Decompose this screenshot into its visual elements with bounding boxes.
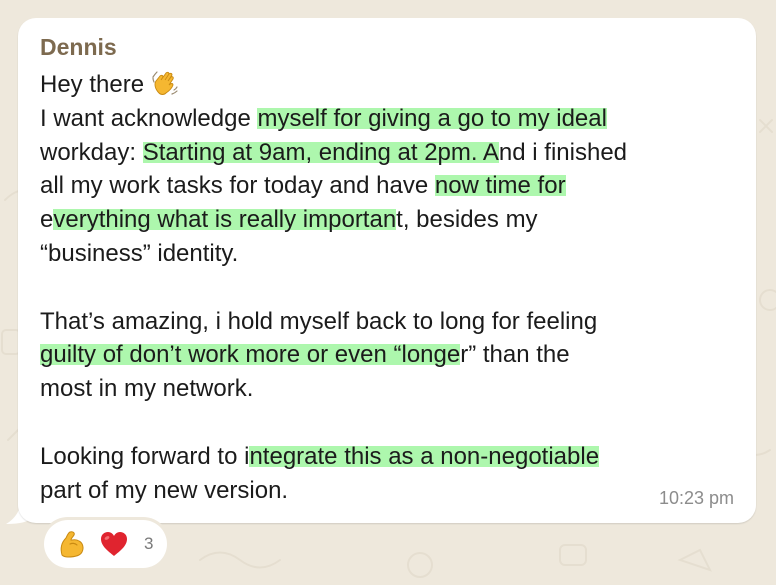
message-text-segment: Looking forward to i [40,442,250,470]
flexed-biceps-icon[interactable] [56,528,88,560]
highlighted-text: ntegrate this as a non-negotiable [249,442,600,470]
sender-name: Dennis [40,34,117,60]
message-text-segment: That’s amazing, i hold myself back to lo… [40,307,598,335]
message-text-segment: t, besides my [396,206,538,234]
message-line: Looking forward to integrate this as a n… [40,440,740,474]
message-text-segment: e [40,206,54,234]
highlighted-text: guilty of don’t work more or even “longe [40,341,461,369]
highlighted-text: Starting at 9am, ending at 2pm. A [142,138,499,166]
message-text-segment: nd i finished [498,138,628,166]
message-text: Hey there I want acknowledge myself for … [40,68,740,507]
message-text-segment: most in my network. [40,375,254,403]
message-timestamp: 10:23 pm [658,488,734,508]
waving-hand-icon [151,68,179,102]
message-line: guilty of don’t work more or even “longe… [40,338,740,372]
message-line: I want acknowledge myself for giving a g… [40,102,740,136]
message-text-segment: workday: [40,138,143,166]
message-line: most in my network. [40,372,740,406]
red-heart-icon[interactable] [98,528,130,560]
reactions-pill[interactable]: 3 [44,520,168,568]
message-line: all my work tasks for today and have now… [40,169,740,203]
message-text-segment: r” than the [460,341,570,369]
message-line: “business” identity. [40,237,740,271]
message-text-segment: Hey there [40,71,151,98]
reaction-count: 3 [144,534,154,553]
message-bubble[interactable]: Dennis Hey there I want acknowledge myse… [18,18,756,523]
highlighted-text: now time for [434,172,566,200]
highlighted-text: verything what is really importan [53,206,397,234]
message-line: Hey there [40,68,740,102]
message-text-segment: “business” identity. [40,239,239,267]
message-line: That’s amazing, i hold myself back to lo… [40,305,740,339]
message-line: everything what is really important, bes… [40,203,740,237]
message-line: workday: Starting at 9am, ending at 2pm.… [40,136,740,170]
message-text-segment: part of my new version. [40,476,289,504]
highlighted-text: myself for giving a go to my ideal [257,104,607,132]
message-line: part of my new version. [40,474,740,508]
message-text-segment: I want acknowledge [40,104,258,132]
message-text-segment: all my work tasks for today and have [40,172,435,200]
